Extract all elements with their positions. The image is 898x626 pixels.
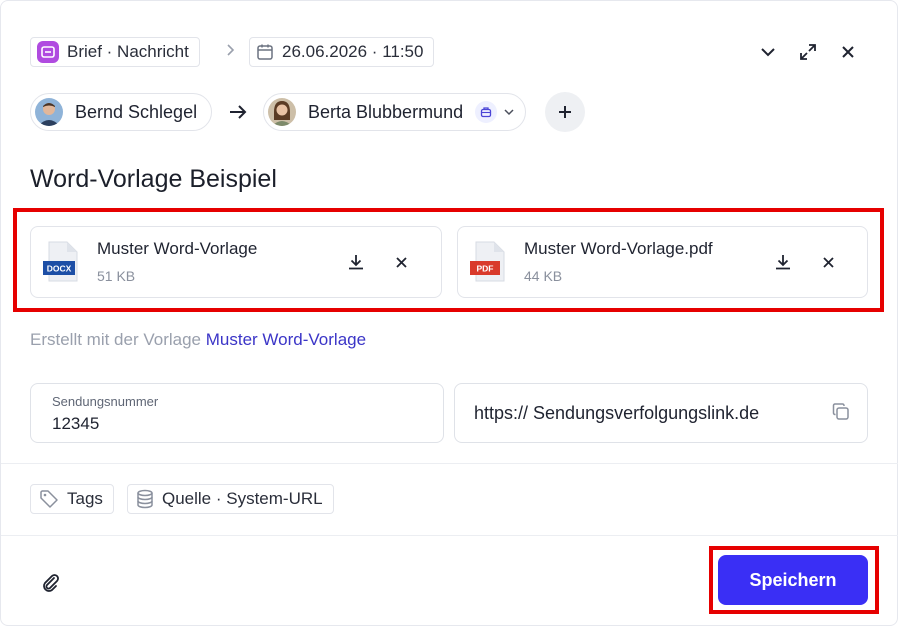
page-title: Word-Vorlage Beispiel <box>30 165 277 193</box>
arrow-right-icon <box>227 101 249 123</box>
docx-file-icon: DOCX <box>43 241 81 283</box>
template-link[interactable]: Muster Word-Vorlage <box>206 330 366 349</box>
remove-attachment-button[interactable] <box>390 251 412 273</box>
chevron-down-icon <box>761 48 775 57</box>
divider <box>1 535 898 536</box>
download-icon <box>776 255 790 270</box>
recipient-name: Berta Blubbermund <box>308 101 464 122</box>
pdf-file-icon: PDF <box>470 241 508 283</box>
sender-chip[interactable]: Bernd Schlegel <box>30 93 213 131</box>
close-icon <box>395 256 407 268</box>
calendar-icon <box>256 43 274 61</box>
remove-attachment-button[interactable] <box>817 251 839 273</box>
download-button[interactable] <box>345 251 367 273</box>
sender-avatar <box>35 98 63 126</box>
plus-icon <box>559 106 571 118</box>
database-icon <box>136 489 154 509</box>
attachment-name: Muster Word-Vorlage <box>97 239 258 258</box>
message-type-label: Brief · Nachricht <box>67 42 189 61</box>
recipient-avatar <box>268 98 296 126</box>
breadcrumb-chevron-icon <box>225 43 235 62</box>
attachment-name: Muster Word-Vorlage.pdf <box>524 239 713 258</box>
source-chip[interactable]: Quelle · System-URL <box>127 484 334 514</box>
recipient-chip[interactable]: Berta Blubbermund <box>263 93 527 131</box>
attach-file-button[interactable] <box>39 572 61 594</box>
copy-icon <box>832 403 849 420</box>
save-button[interactable]: Speichern <box>718 555 868 605</box>
expand-button[interactable] <box>795 39 821 65</box>
tracking-link-value[interactable]: https:// Sendungsverfolgungslink.de <box>474 403 759 424</box>
tracking-number-value[interactable]: 12345 <box>52 414 99 434</box>
tracking-number-field[interactable]: Sendungsnummer 12345 <box>30 383 444 443</box>
date-chip[interactable]: 26.06.2026 · 11:50 <box>249 37 435 67</box>
divider <box>1 463 898 464</box>
add-recipient-button[interactable] <box>545 92 585 132</box>
svg-text:DOCX: DOCX <box>47 264 72 274</box>
tracking-link-field[interactable]: https:// Sendungsverfolgungslink.de <box>454 383 868 443</box>
tags-label: Tags <box>67 489 103 508</box>
source-label: Quelle · System-URL <box>162 489 323 508</box>
created-with-template-note: Erstellt mit der Vorlage Muster Word-Vor… <box>30 330 366 350</box>
close-button[interactable] <box>835 39 861 65</box>
download-button[interactable] <box>772 251 794 273</box>
expand-icon <box>800 44 816 60</box>
sender-name: Bernd Schlegel <box>75 101 198 122</box>
attachment-card-pdf[interactable]: PDF Muster Word-Vorlage.pdf 44 KB <box>457 226 868 298</box>
attachment-size: 51 KB <box>97 268 136 284</box>
briefcase-icon <box>475 101 498 123</box>
tracking-number-label: Sendungsnummer <box>52 394 159 409</box>
download-icon <box>349 255 363 270</box>
paperclip-icon <box>43 574 59 592</box>
created-prefix: Erstellt mit der Vorlage <box>30 330 206 349</box>
collapse-button[interactable] <box>755 39 781 65</box>
svg-text:PDF: PDF <box>477 264 494 274</box>
attachment-size: 44 KB <box>524 268 563 284</box>
attachment-card-docx[interactable]: DOCX Muster Word-Vorlage 51 KB <box>30 226 442 298</box>
date-label: 26.06.2026 · 11:50 <box>282 42 424 61</box>
tag-icon <box>39 489 59 509</box>
copy-button[interactable] <box>831 402 853 424</box>
close-icon <box>842 46 854 58</box>
tags-chip[interactable]: Tags <box>30 484 114 514</box>
envelope-icon <box>37 41 59 63</box>
recipient-dropdown-chevron-icon[interactable] <box>503 108 515 116</box>
message-dialog: Brief · Nachricht 26.06.2026 · 11:50 Ber… <box>0 0 898 626</box>
message-type-chip[interactable]: Brief · Nachricht <box>30 37 200 67</box>
close-icon <box>822 256 834 268</box>
